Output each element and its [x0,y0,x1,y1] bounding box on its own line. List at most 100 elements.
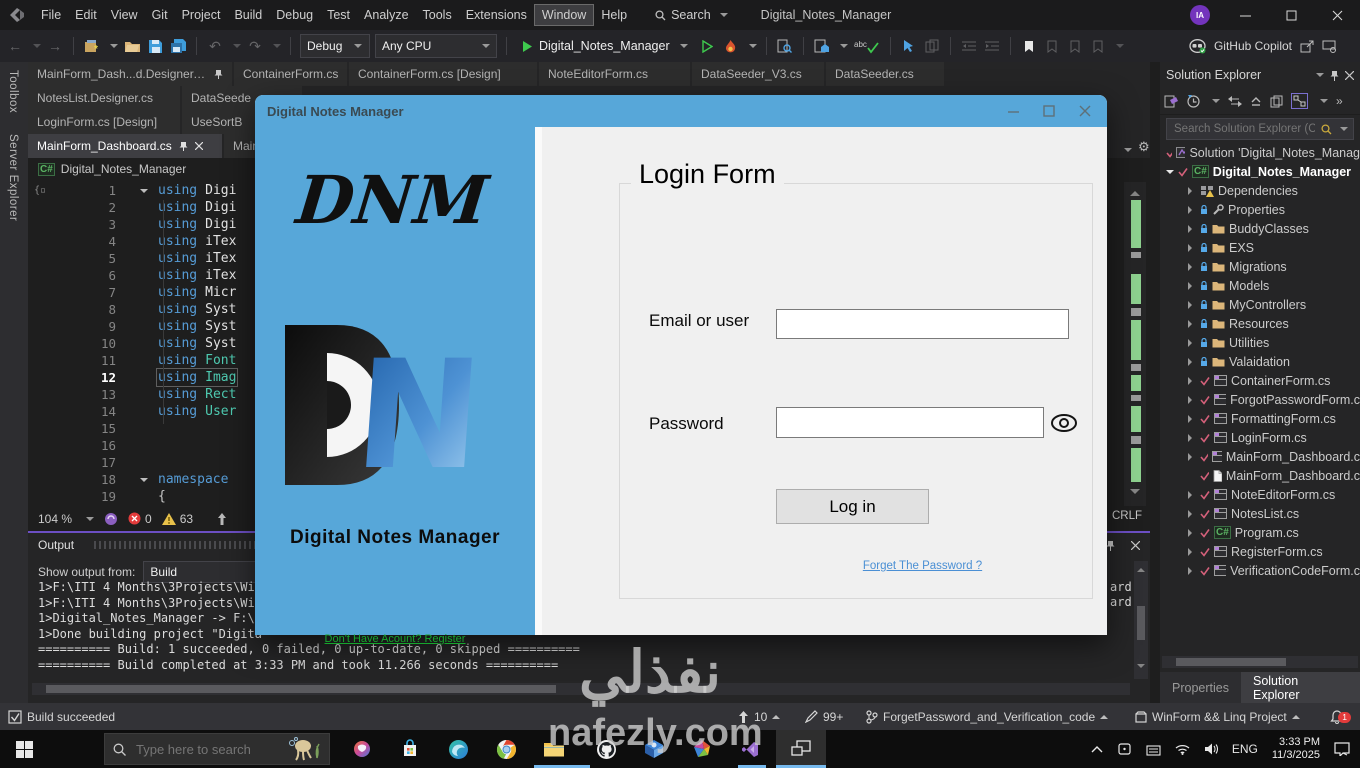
expander-icon[interactable] [1188,414,1196,423]
expander-icon[interactable] [1166,169,1174,178]
redo-icon[interactable]: ↷ [246,36,264,56]
window-position-icon[interactable] [1316,73,1324,81]
expander-icon[interactable] [1188,452,1196,461]
tab-containerform-design[interactable]: ContainerForm.cs [Design] [349,62,537,86]
tab-mainform-designer[interactable]: MainForm_Dash...d.Designer.cs [28,62,232,86]
document-dropdown-icon[interactable] [1124,148,1132,156]
output-horizontal-scrollbar[interactable] [32,683,1130,695]
sync-commits-indicator[interactable]: 10 [738,703,781,730]
expander-icon[interactable] [1188,262,1196,271]
save-icon[interactable] [146,36,164,56]
tree-item-folder[interactable]: Resources [1160,314,1360,333]
menu-edit[interactable]: Edit [68,5,104,25]
chevron-down-icon[interactable] [33,44,41,52]
tree-item-form[interactable]: MainForm_Dashboard.c [1160,447,1360,466]
tree-item-folder[interactable]: BuddyClasses [1160,219,1360,238]
snip-icon[interactable] [1117,742,1132,756]
tree-item-project[interactable]: C# Digital_Notes_Manager [1160,162,1360,181]
back-icon[interactable]: ← [6,36,24,56]
dialog-maximize-button[interactable] [1031,95,1067,127]
build-status[interactable]: Build succeeded [8,703,115,730]
sync-with-active-document-icon[interactable] [1228,95,1242,107]
tree-item-form[interactable]: VerificationCodeForm.c [1160,561,1360,580]
show-all-files-icon[interactable] [1270,95,1283,108]
collapse-all-icon[interactable] [1250,95,1262,107]
output-vertical-scrollbar[interactable] [1134,561,1148,679]
menu-view[interactable]: View [104,5,145,25]
copy-structure-icon[interactable] [923,36,941,56]
tree-item-folder[interactable]: MyControllers [1160,295,1360,314]
expander-icon[interactable] [1188,547,1196,556]
chevron-down-icon[interactable] [1115,44,1124,52]
tab-noteslist-designer[interactable]: NotesList.Designer.cs [28,86,180,110]
taskbar-explorer-icon[interactable] [540,735,568,763]
menu-file[interactable]: File [34,5,68,25]
new-project-icon[interactable]: * [83,36,101,56]
dialog-titlebar[interactable]: Digital Notes Manager [255,95,1107,127]
expander-icon[interactable] [1188,281,1196,290]
toggle-bookmark-icon[interactable] [1020,36,1038,56]
expander-icon[interactable] [1188,300,1196,309]
tab-properties[interactable]: Properties [1160,672,1241,703]
tree-item-folder[interactable]: EXS [1160,238,1360,257]
tree-item-program[interactable]: C# Program.cs [1160,523,1360,542]
tree-item-form[interactable]: LoginForm.cs [1160,428,1360,447]
menu-analyze[interactable]: Analyze [357,5,415,25]
expander-icon[interactable] [1188,433,1196,442]
code-health-icon[interactable] [104,512,118,526]
chevron-down-icon[interactable] [1320,99,1328,107]
tree-item-dependencies[interactable]: Dependencies [1160,181,1360,200]
start-debugging-button[interactable]: Digital_Notes_Manager [516,34,694,58]
chevron-down-icon[interactable] [748,44,757,52]
tree-item-folder[interactable]: Valaidation [1160,352,1360,371]
login-button[interactable]: Log in [776,489,929,524]
menu-debug[interactable]: Debug [269,5,320,25]
warning-count[interactable]: 63 [161,512,193,526]
tab-mainform-dashboard-active[interactable]: MainForm_Dashboard.cs [28,134,222,158]
menu-build[interactable]: Build [227,5,269,25]
solution-search-box[interactable] [1166,118,1354,140]
view-graph-icon[interactable] [1291,93,1308,109]
pin-icon[interactable] [1330,70,1339,81]
next-bookmark-icon[interactable] [1066,36,1084,56]
scroll-down-icon[interactable] [1130,489,1140,499]
current-app-cell[interactable] [776,730,826,768]
taskbar-edge-icon[interactable] [444,735,472,763]
tree-item-form[interactable]: ContainerForm.cs [1160,371,1360,390]
editor-scrollbar[interactable] [1124,182,1146,506]
solution-explorer-title[interactable]: Solution Explorer [1166,68,1306,82]
repository-indicator[interactable]: WinForm && Linq Project [1135,703,1300,730]
expander-icon[interactable] [1188,224,1196,233]
error-count[interactable]: 0 [128,512,152,526]
expander-icon[interactable] [1188,243,1196,252]
tree-item-form[interactable]: NoteEditorForm.cs [1160,485,1360,504]
taskbar-visual-studio-icon[interactable] [736,735,764,763]
tree-item-folder[interactable]: Migrations [1160,257,1360,276]
git-branch-indicator[interactable]: ForgetPassword_and_Verification_code [866,703,1109,730]
fold-collapse-icon[interactable] [140,188,148,197]
tree-item-form[interactable]: NotesList.cs [1160,504,1360,523]
editor-settings-gear-icon[interactable]: ⚙ [1138,139,1150,155]
show-password-eye-icon[interactable] [1049,410,1079,436]
tree-item-form[interactable]: FormattingForm.cs [1160,409,1360,428]
tree-item-file[interactable]: MainForm_Dashboard.c [1160,466,1360,485]
menu-tools[interactable]: Tools [416,5,459,25]
pin-icon[interactable] [1106,540,1115,551]
menu-window[interactable]: Window [533,4,595,26]
taskbar-chrome-icon[interactable] [492,735,520,763]
clear-bookmarks-icon[interactable] [1089,36,1107,56]
volume-icon[interactable] [1204,743,1218,755]
tab-solution-explorer[interactable]: Solution Explorer [1240,672,1360,703]
chevron-down-icon[interactable] [1212,99,1220,107]
start-without-debugging-icon[interactable] [699,36,717,56]
expander-icon[interactable] [1188,395,1196,404]
dialog-minimize-button[interactable] [995,95,1031,127]
expander-icon[interactable] [1188,490,1196,499]
pin-icon[interactable] [214,69,223,79]
solution-horizontal-scrollbar[interactable] [1162,656,1358,668]
tree-item-folder[interactable]: Utilities [1160,333,1360,352]
taskbar-search-box[interactable] [104,733,330,765]
register-link[interactable]: Don't Have Acount? Register [255,633,535,645]
menu-project[interactable]: Project [175,5,228,25]
save-all-icon[interactable] [169,36,187,56]
